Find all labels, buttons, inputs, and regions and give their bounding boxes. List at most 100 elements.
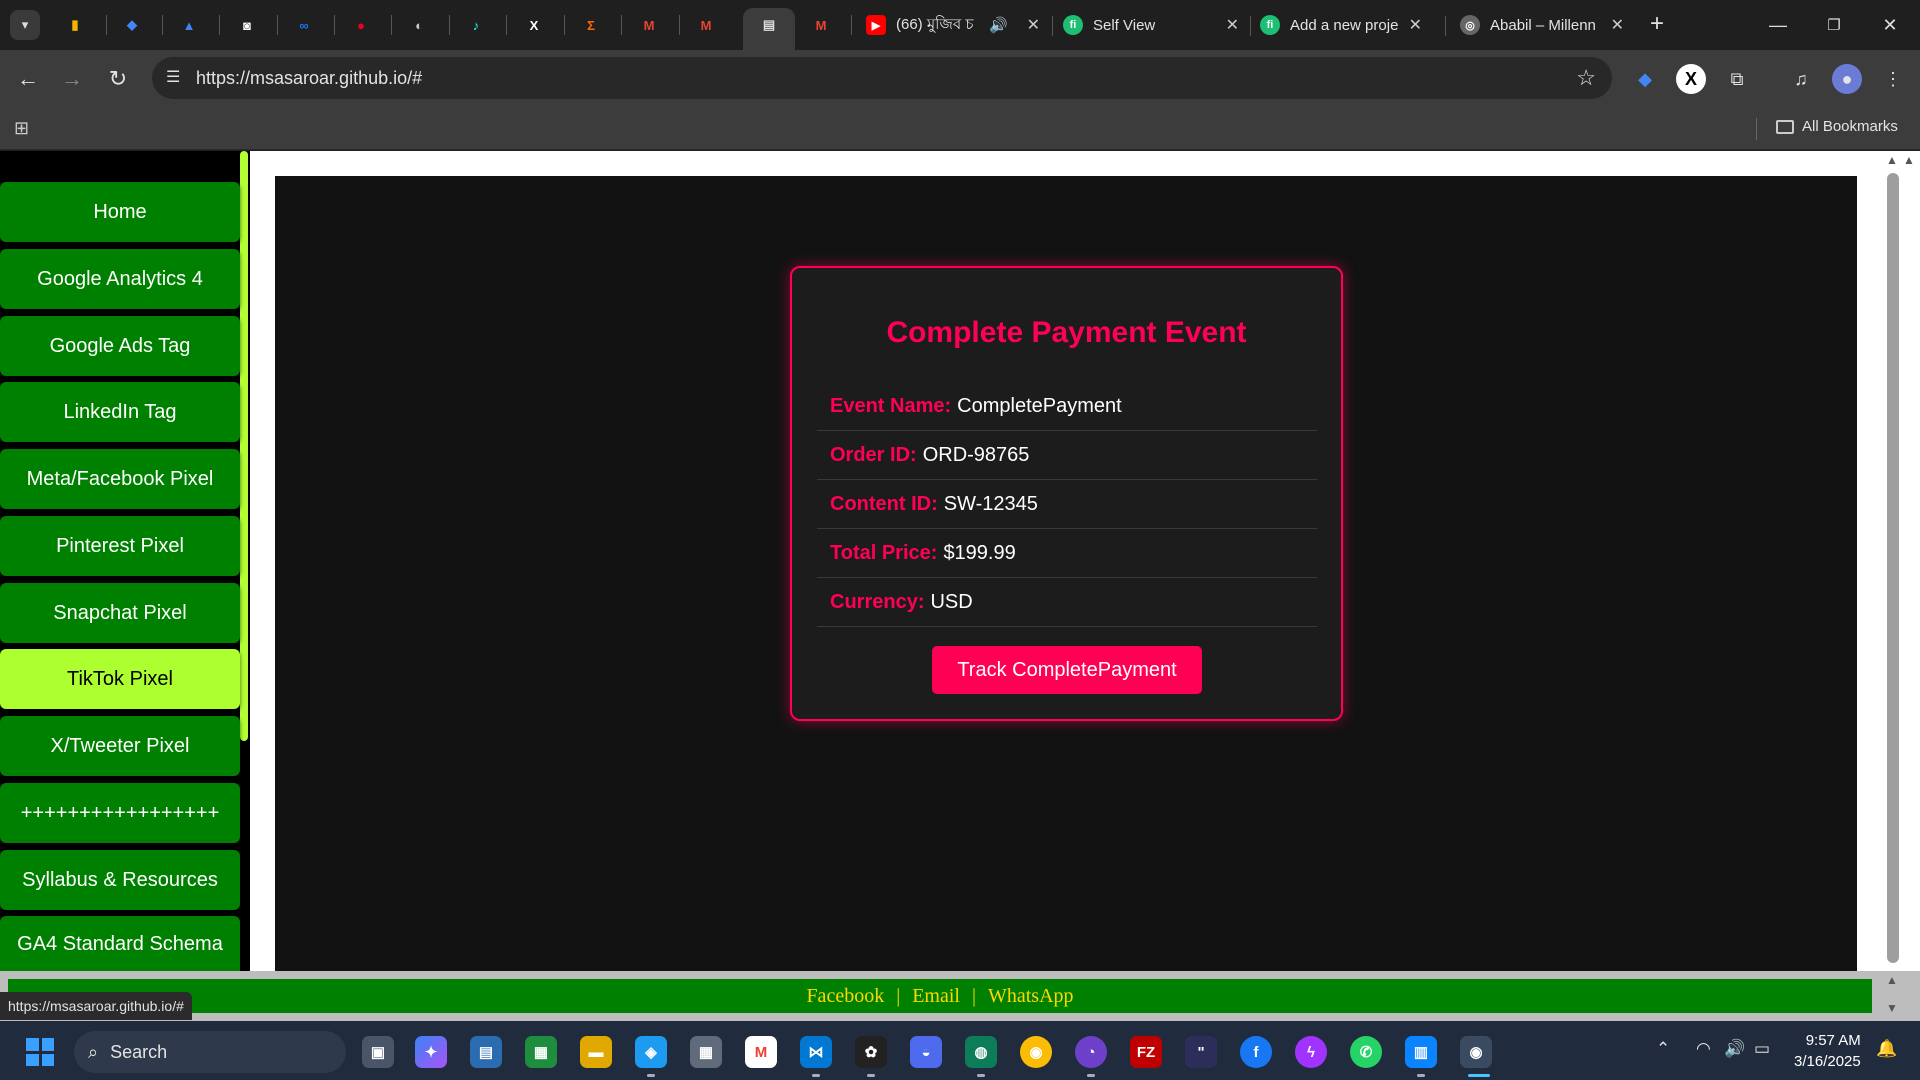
tag-assistant-extension-icon[interactable]: ◆ xyxy=(1630,64,1660,94)
scrollbar-thumb[interactable] xyxy=(1887,173,1899,963)
google-ads-pinned-tab[interactable]: ▲ xyxy=(174,10,204,40)
chatgpt-icon[interactable]: ✿ xyxy=(855,1036,887,1068)
field-label: Content ID: xyxy=(830,492,938,515)
tray-overflow-chevron-icon[interactable]: ⌃ xyxy=(1656,1039,1670,1059)
event-card: Complete Payment Event Event Name: Compl… xyxy=(790,266,1343,721)
tab-self-view[interactable]: fi Self View ✕ xyxy=(1055,8,1247,42)
gmail-app-icon[interactable]: M xyxy=(745,1036,777,1068)
sheets-app-icon[interactable]: ▦ xyxy=(525,1036,557,1068)
file-explorer-icon[interactable]: ▬ xyxy=(580,1036,612,1068)
copilot-icon[interactable]: ✦ xyxy=(415,1036,447,1068)
calculator-icon[interactable]: ▦ xyxy=(690,1036,722,1068)
close-tab-icon[interactable]: ✕ xyxy=(1409,15,1422,35)
new-tab-button[interactable]: + xyxy=(1650,12,1664,36)
volume-icon[interactable]: 🔊 xyxy=(1724,1039,1745,1059)
field-label: Total Price: xyxy=(830,541,938,564)
windows-start-icon[interactable] xyxy=(26,1038,54,1066)
system-clock[interactable]: 9:57 AM 3/16/2025 xyxy=(1794,1030,1861,1072)
all-bookmarks-button[interactable]: All Bookmarks xyxy=(1776,118,1898,135)
media-control-icon[interactable]: ♫ xyxy=(1786,64,1816,94)
reload-icon[interactable]: ↻ xyxy=(102,63,134,95)
sidebar-scroll-rail[interactable] xyxy=(240,151,248,741)
browser-tab-strip: ▾ ▮ ◆ ▲ ◙ ∞ ● ◐ ♪ X Σ M M ▤ M ▶ (66) মুজ… xyxy=(0,0,1920,50)
sidebar-item-home[interactable]: Home xyxy=(0,182,240,242)
sidebar-item-tiktok-pixel[interactable]: TikTok Pixel xyxy=(0,649,240,709)
site-info-icon[interactable]: ☰ xyxy=(166,67,180,87)
vscode-icon[interactable]: ⋈ xyxy=(800,1036,832,1068)
scroll-up-arrow-icon[interactable]: ▲ xyxy=(1886,973,1898,987)
sidebar-item-google-analytics-4[interactable]: Google Analytics 4 xyxy=(0,249,240,309)
scroll-up-arrow-icon[interactable]: ▲ xyxy=(1903,153,1915,167)
sidebar-item-pinterest-pixel[interactable]: Pinterest Pixel xyxy=(0,516,240,576)
gmail-pinned-tab[interactable]: M xyxy=(691,10,721,40)
back-arrow-icon[interactable]: ← xyxy=(12,63,44,95)
minimize-button[interactable]: — xyxy=(1758,10,1798,40)
footer-link-whatsapp[interactable]: WhatsApp xyxy=(988,985,1074,1008)
tab-separator xyxy=(1250,16,1251,36)
footer-link-facebook[interactable]: Facebook xyxy=(806,985,884,1008)
scroll-up-arrow-icon[interactable]: ▲ xyxy=(1886,153,1898,167)
notes-app-icon[interactable]: ▤ xyxy=(470,1036,502,1068)
address-bar[interactable]: ☰ https://msasaroar.github.io/# ☆ xyxy=(152,57,1612,99)
track-complete-payment-button[interactable]: Track CompletePayment xyxy=(932,646,1202,694)
wifi-icon[interactable]: ◠ xyxy=(1696,1039,1711,1059)
close-window-button[interactable]: ✕ xyxy=(1870,10,1910,40)
page-scrollbar[interactable]: ▲ ▲ xyxy=(1886,151,1920,971)
sidebar-item-syllabus-resources[interactable]: Syllabus & Resources xyxy=(0,850,240,910)
messenger-icon[interactable]: ϟ xyxy=(1295,1036,1327,1068)
pinterest-pinned-tab[interactable]: ● xyxy=(346,10,376,40)
sidebar-item-meta-facebook-pixel[interactable]: Meta/Facebook Pixel xyxy=(0,449,240,509)
quotes-app-icon[interactable]: " xyxy=(1185,1036,1217,1068)
sketch-app-icon[interactable]: ◈ xyxy=(635,1036,667,1068)
close-tab-icon[interactable]: ✕ xyxy=(1611,15,1624,35)
tab-search-button[interactable]: ▾ xyxy=(10,10,40,40)
x-extension-icon[interactable]: X xyxy=(1676,64,1706,94)
sidebar-item-linkedin-tag[interactable]: LinkedIn Tag xyxy=(0,382,240,442)
speaker-icon[interactable]: 🔊 xyxy=(989,16,1008,34)
tiktok-pinned-tab[interactable]: ♪ xyxy=(461,10,491,40)
active-pinned-tab[interactable]: ▤ xyxy=(743,8,795,50)
tab-add-project[interactable]: fi Add a new proje ✕ xyxy=(1252,8,1430,42)
facebook-app-icon[interactable]: f xyxy=(1240,1036,1272,1068)
filezilla-icon[interactable]: FZ xyxy=(1130,1036,1162,1068)
analytics-pinned-tab[interactable]: ▮ xyxy=(60,10,90,40)
deepseek-icon[interactable]: ◒ xyxy=(910,1036,942,1068)
whatsapp-icon[interactable]: ✆ xyxy=(1350,1036,1382,1068)
github-desktop-icon[interactable]: ◔ xyxy=(1075,1036,1107,1068)
restore-button[interactable]: ❐ xyxy=(1814,10,1854,40)
gmail-pinned-tab[interactable]: M xyxy=(634,10,664,40)
tag-manager-pinned-tab[interactable]: ◆ xyxy=(117,10,147,40)
battery-icon[interactable]: ▭ xyxy=(1754,1039,1770,1059)
sidebar-item-snapchat-pixel[interactable]: Snapchat Pixel xyxy=(0,583,240,643)
forward-arrow-icon[interactable]: → xyxy=(56,63,88,95)
bookmark-star-icon[interactable]: ☆ xyxy=(1576,65,1596,91)
tiktok-ads-pinned-tab[interactable]: ◙ xyxy=(232,10,262,40)
fiverr-icon: fi xyxy=(1063,15,1083,35)
footer-link-email[interactable]: Email xyxy=(912,985,960,1008)
taskbar-search-box[interactable]: ⌕ Search xyxy=(74,1031,346,1073)
apps-grid-icon[interactable]: ⊞ xyxy=(14,118,29,139)
sidebar-item-x-tweeter-pixel[interactable]: X/Tweeter Pixel xyxy=(0,716,240,776)
tab-ababil[interactable]: ◎ Ababil – Millenn ✕ xyxy=(1452,8,1632,42)
edge-icon[interactable]: ◍ xyxy=(965,1036,997,1068)
profile-avatar[interactable]: ● xyxy=(1832,64,1862,94)
scroll-down-arrow-icon[interactable]: ▼ xyxy=(1886,1001,1898,1015)
web-pinned-tab[interactable]: ◐ xyxy=(404,10,434,40)
close-tab-icon[interactable]: ✕ xyxy=(1027,15,1040,35)
address-url[interactable]: https://msasaroar.github.io/# xyxy=(196,68,422,89)
sidebar-item-divider[interactable]: +++++++++++++++++ xyxy=(0,783,240,843)
gmail-pinned-tab[interactable]: M xyxy=(806,10,836,40)
menu-kebab-icon[interactable]: ⋮ xyxy=(1878,64,1908,94)
chrome-active-icon[interactable]: ◉ xyxy=(1460,1036,1492,1068)
meta-pinned-tab[interactable]: ∞ xyxy=(289,10,319,40)
notification-bell-icon[interactable]: 🔔 xyxy=(1876,1039,1897,1059)
close-tab-icon[interactable]: ✕ xyxy=(1226,15,1239,35)
sidebar-item-google-ads-tag[interactable]: Google Ads Tag xyxy=(0,316,240,376)
notepad-icon[interactable]: ▥ xyxy=(1405,1036,1437,1068)
chrome-icon[interactable]: ◉ xyxy=(1020,1036,1052,1068)
task-view-icon[interactable]: ▣ xyxy=(362,1036,394,1068)
x-pinned-tab[interactable]: X xyxy=(519,10,549,40)
tab-youtube[interactable]: ▶ (66) মুজিব চ 🔊 ✕ xyxy=(858,8,1048,42)
extensions-puzzle-icon[interactable]: ⧉ xyxy=(1722,64,1752,94)
app-pinned-tab[interactable]: Σ xyxy=(576,10,606,40)
